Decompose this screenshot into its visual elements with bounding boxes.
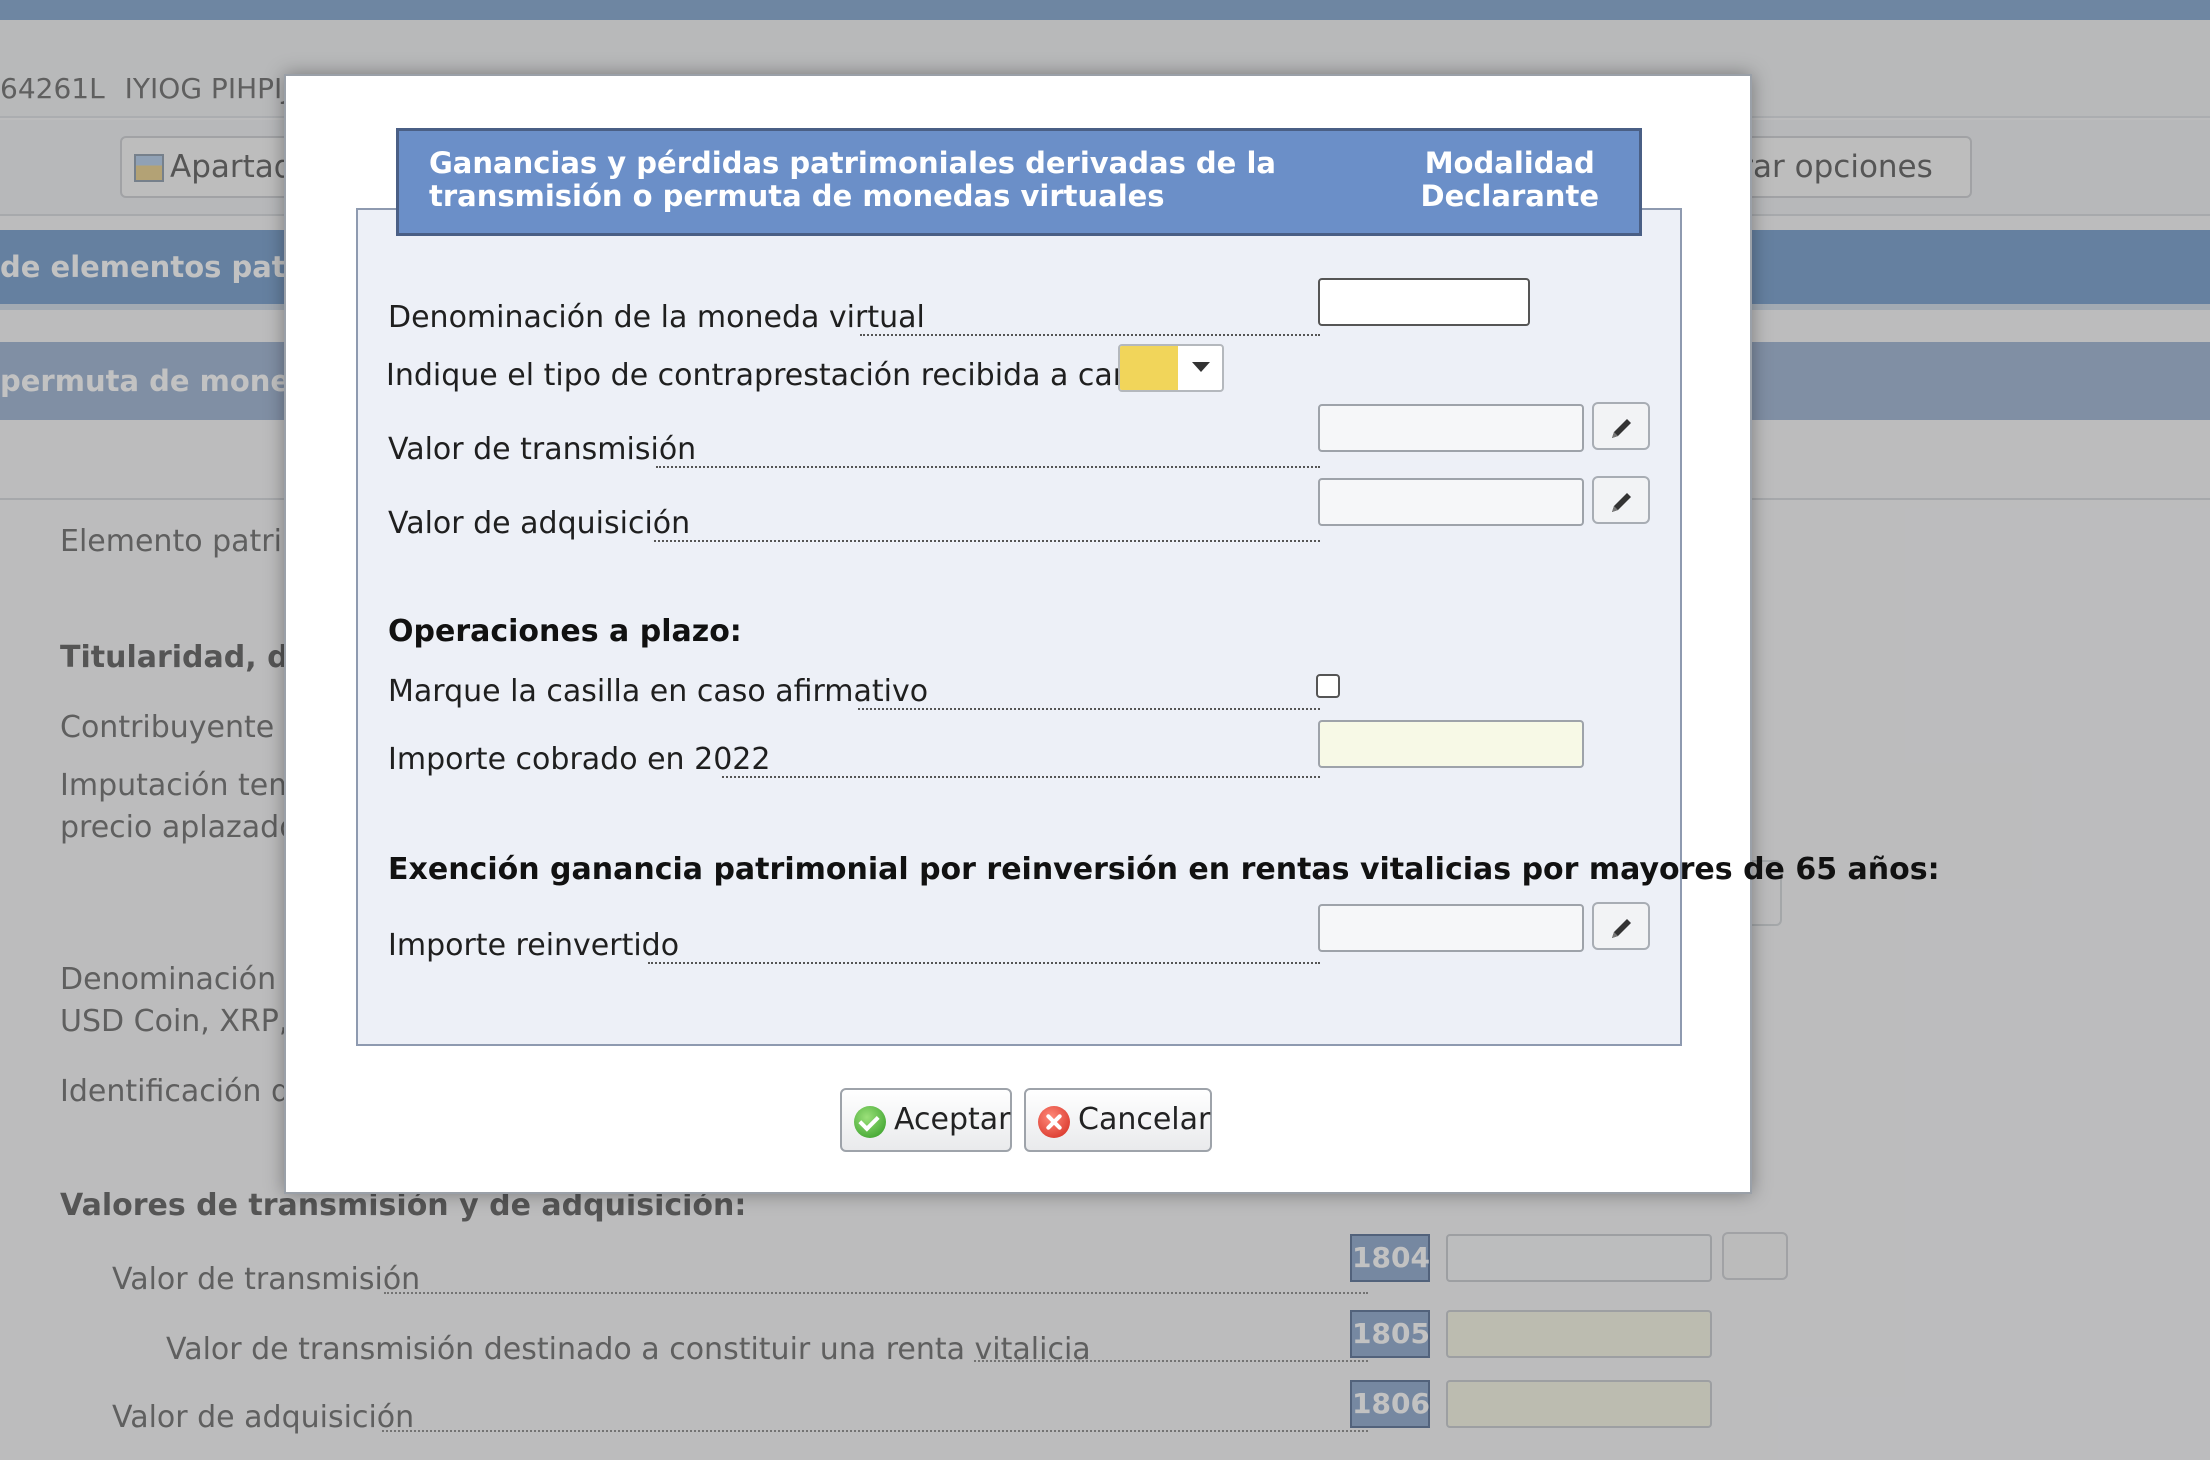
transmission-value-input[interactable] xyxy=(1318,404,1584,452)
leader-dots xyxy=(648,962,1320,964)
acquisition-value-label: Valor de adquisición xyxy=(388,506,691,541)
edit-transmission-button[interactable] xyxy=(1592,402,1650,450)
check-circle-icon xyxy=(854,1106,886,1138)
leader-dots xyxy=(654,540,1320,542)
edit-acquisition-button[interactable] xyxy=(1592,476,1650,524)
edit-reinvested-button[interactable] xyxy=(1592,902,1650,950)
dialog-header: Ganancias y pérdidas patrimoniales deriv… xyxy=(396,128,1642,236)
deferred-operations-heading: Operaciones a plazo: xyxy=(388,614,742,649)
reinvested-amount-input[interactable] xyxy=(1318,904,1584,952)
cancel-label: Cancelar xyxy=(1078,1102,1211,1137)
acquisition-value-input[interactable] xyxy=(1318,478,1584,526)
declaration-mode: Modalidad Declarante xyxy=(1421,147,1600,213)
amount-collected-label: Importe cobrado en 2022 xyxy=(388,742,771,777)
leader-dots xyxy=(656,466,1320,468)
deferred-checkbox[interactable] xyxy=(1316,674,1340,698)
accept-button[interactable]: Aceptar xyxy=(840,1088,1012,1152)
amount-collected-input[interactable] xyxy=(1318,720,1584,768)
consideration-type-select[interactable] xyxy=(1118,344,1224,392)
mode-value: Declarante xyxy=(1420,179,1600,213)
select-swatch xyxy=(1120,346,1178,390)
pencil-icon xyxy=(1612,419,1631,438)
mode-label: Modalidad xyxy=(1424,146,1595,180)
virtual-currency-input[interactable] xyxy=(1318,278,1530,326)
virtual-currency-label: Denominación de la moneda virtual xyxy=(388,300,925,335)
dialog-title: Ganancias y pérdidas patrimoniales deriv… xyxy=(429,146,1276,213)
cancel-button[interactable]: Cancelar xyxy=(1024,1088,1212,1152)
reinvested-amount-label: Importe reinvertido xyxy=(388,928,680,963)
accept-label: Aceptar xyxy=(894,1102,1011,1137)
exemption-heading: Exención ganancia patrimonial por reinve… xyxy=(388,852,1940,887)
caret-down-icon xyxy=(1192,362,1210,372)
leader-dots xyxy=(722,776,1320,778)
pencil-icon xyxy=(1612,919,1631,938)
leader-dots xyxy=(858,708,1320,710)
leader-dots xyxy=(860,334,1320,336)
pencil-icon xyxy=(1612,493,1631,512)
x-circle-icon xyxy=(1038,1106,1070,1138)
virtual-currency-dialog: Denominación de la moneda virtual Indiqu… xyxy=(284,74,1940,1194)
deferred-checkbox-label: Marque la casilla en caso afirmativo xyxy=(388,674,929,709)
consideration-type-label: Indique el tipo de contraprestación reci… xyxy=(386,358,1188,393)
transmission-value-label: Valor de transmisión xyxy=(388,432,697,467)
dialog-panel: Denominación de la moneda virtual Indiqu… xyxy=(356,208,1940,1046)
